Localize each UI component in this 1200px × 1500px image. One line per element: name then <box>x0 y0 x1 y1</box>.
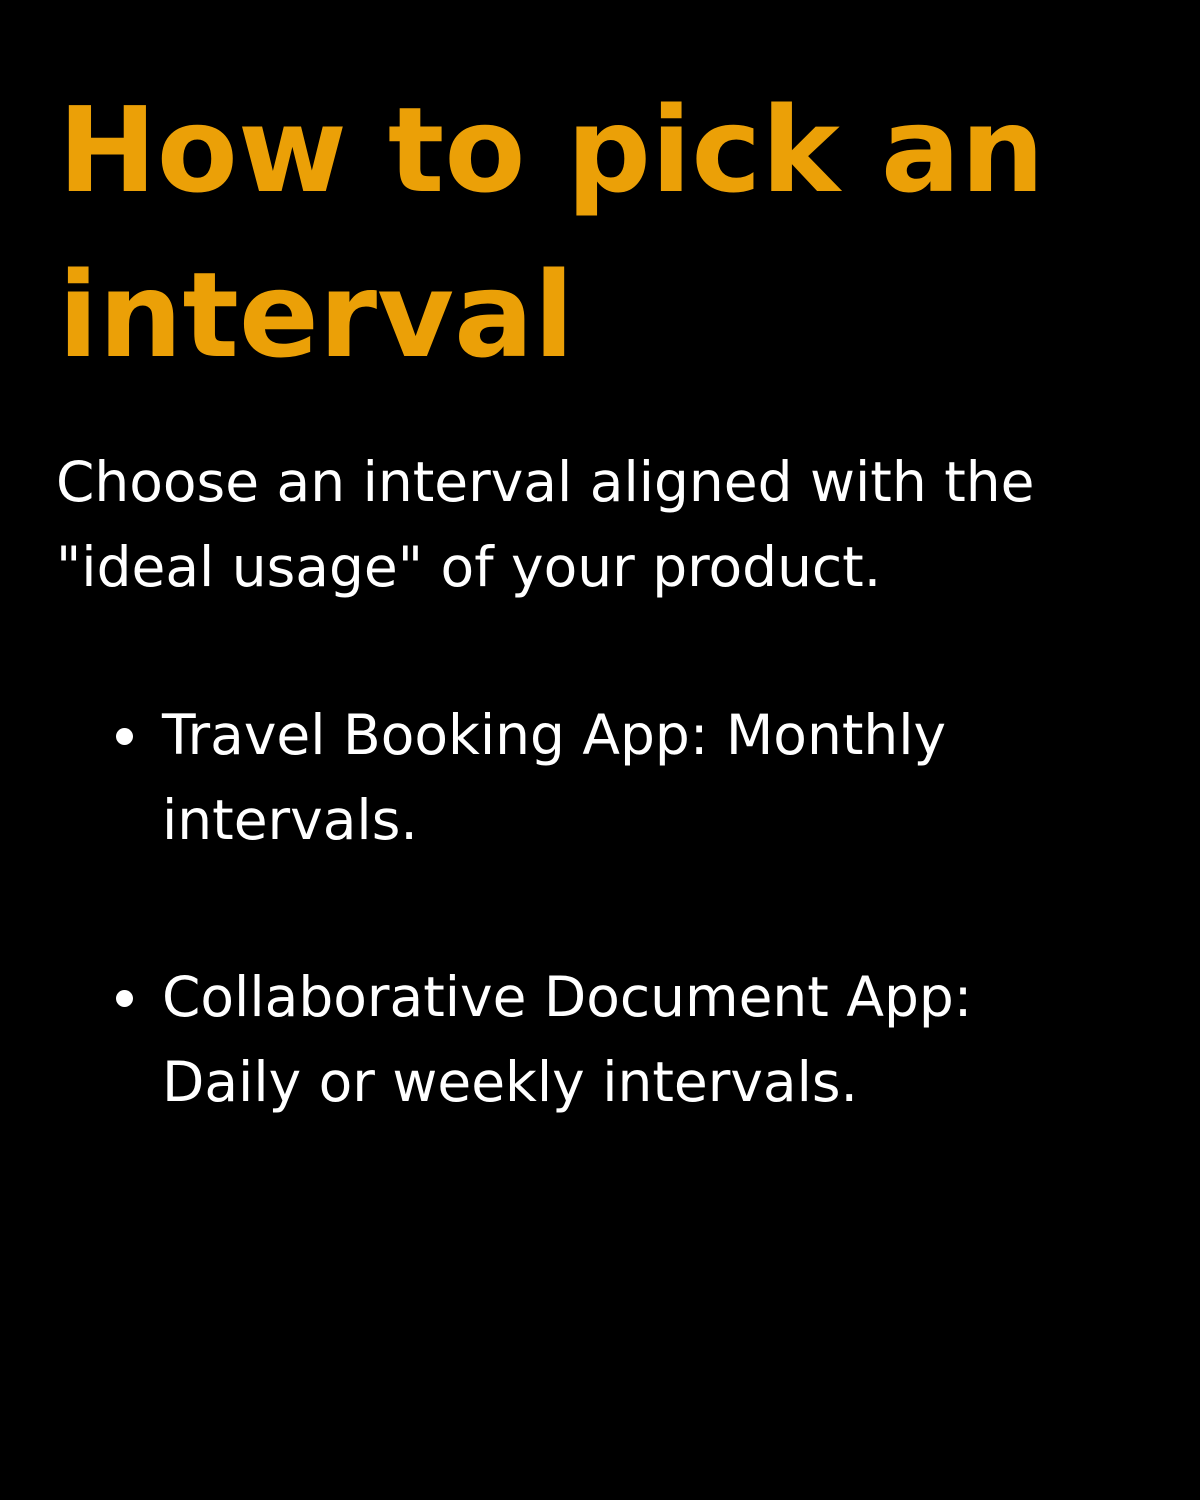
list-item-text: Travel Booking App: Monthly intervals. <box>162 703 947 852</box>
example-list: Travel Booking App: Monthly intervals. C… <box>0 693 1200 1217</box>
list-item: Travel Booking App: Monthly intervals. <box>0 693 1042 863</box>
bullet-dot-icon <box>116 990 133 1007</box>
list-item: Collaborative Document App: Daily or wee… <box>0 955 1042 1125</box>
slide: How to pick an interval Choose an interv… <box>0 0 1200 1500</box>
bullet-dot-icon <box>116 728 133 745</box>
list-item-text: Collaborative Document App: Daily or wee… <box>162 965 973 1114</box>
page-title: How to pick an interval <box>58 81 1045 384</box>
intro-text: Choose an interval aligned with the "ide… <box>56 450 1035 599</box>
